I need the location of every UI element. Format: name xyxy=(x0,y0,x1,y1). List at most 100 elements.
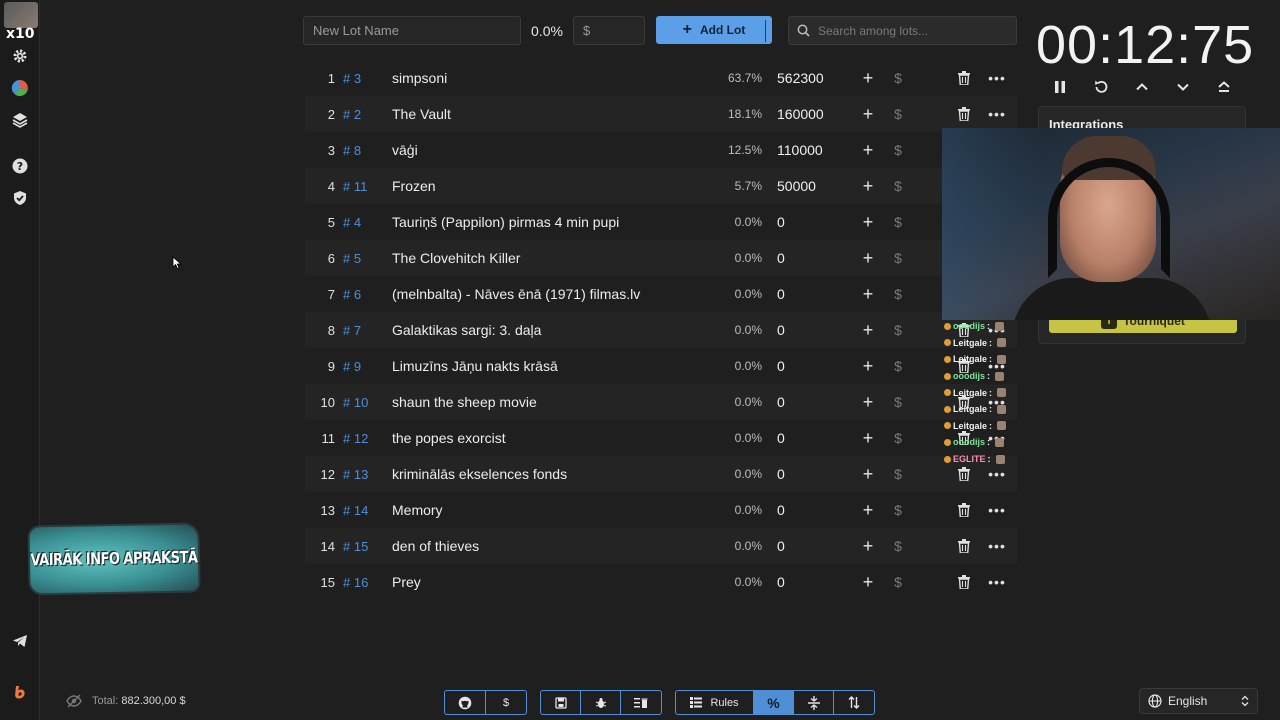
delete-icon[interactable] xyxy=(956,492,972,528)
more-options-icon[interactable]: ••• xyxy=(988,564,1005,600)
lot-name[interactable]: kriminālās ekselences fonds xyxy=(392,456,567,492)
dollar-icon[interactable]: $ xyxy=(891,276,905,312)
lot-id-link[interactable]: # 8 xyxy=(343,132,361,168)
lot-id-link[interactable]: # 2 xyxy=(343,96,361,132)
add-amount-icon[interactable]: + xyxy=(859,564,877,600)
more-options-icon[interactable]: ••• xyxy=(988,96,1005,132)
lot-name-input[interactable]: New Lot Name xyxy=(303,16,521,45)
dollar-icon[interactable]: $ xyxy=(891,132,905,168)
dollar-icon[interactable]: $ xyxy=(891,312,905,348)
lot-id-link[interactable]: # 15 xyxy=(343,528,368,564)
add-amount-icon[interactable]: + xyxy=(859,528,877,564)
add-amount-icon[interactable]: + xyxy=(859,456,877,492)
more-options-icon[interactable]: ••• xyxy=(988,492,1005,528)
eye-off-icon[interactable] xyxy=(66,694,82,708)
dollar-icon[interactable]: $ xyxy=(891,60,905,96)
pause-icon[interactable] xyxy=(1049,76,1071,98)
chevron-up-icon[interactable] xyxy=(1131,76,1153,98)
add-amount-icon[interactable]: + xyxy=(859,240,877,276)
lot-amount[interactable]: 0 xyxy=(777,564,785,600)
dollar-icon[interactable]: $ xyxy=(891,168,905,204)
add-amount-icon[interactable]: + xyxy=(859,60,877,96)
lot-amount[interactable]: 110000 xyxy=(777,132,823,168)
lot-id-link[interactable]: # 7 xyxy=(343,312,361,348)
more-options-icon[interactable]: ••• xyxy=(988,528,1005,564)
lot-id-link[interactable]: # 16 xyxy=(343,564,368,600)
dollar-icon[interactable]: $ xyxy=(891,384,905,420)
add-amount-icon[interactable]: + xyxy=(859,312,877,348)
lot-name[interactable]: Galaktikas sargi: 3. daļa xyxy=(392,312,541,348)
avatar[interactable] xyxy=(4,2,38,28)
add-amount-icon[interactable]: + xyxy=(859,168,877,204)
dollar-icon[interactable]: $ xyxy=(891,564,905,600)
lot-amount[interactable]: 0 xyxy=(777,240,785,276)
dollar-icon[interactable]: $ xyxy=(891,456,905,492)
lot-amount[interactable]: 0 xyxy=(777,276,785,312)
lot-id-link[interactable]: # 4 xyxy=(343,204,361,240)
lot-id-link[interactable]: # 3 xyxy=(343,60,361,96)
bug-report-button[interactable] xyxy=(581,691,621,714)
layers-icon[interactable] xyxy=(10,110,30,130)
lot-amount[interactable]: 0 xyxy=(777,384,785,420)
shield-check-icon[interactable] xyxy=(10,188,30,208)
lot-id-link[interactable]: # 9 xyxy=(343,348,361,384)
lot-name[interactable]: Tauriņš (Pappilon) pirmas 4 min pupi xyxy=(392,204,619,240)
delete-icon[interactable] xyxy=(956,96,972,132)
lot-amount[interactable]: 0 xyxy=(777,348,785,384)
lot-name[interactable]: shaun the sheep movie xyxy=(392,384,537,420)
brand-logo-icon[interactable] xyxy=(10,682,30,702)
add-amount-icon[interactable]: + xyxy=(859,132,877,168)
lot-name[interactable]: Frozen xyxy=(392,168,436,204)
lot-name[interactable]: Memory xyxy=(392,492,443,528)
lot-amount[interactable]: 0 xyxy=(777,312,785,348)
settings-icon[interactable] xyxy=(10,46,30,66)
dollar-icon[interactable]: $ xyxy=(891,528,905,564)
donate-button[interactable]: $ xyxy=(486,691,526,714)
add-lot-button[interactable]: + Add Lot xyxy=(656,16,772,44)
lot-amount[interactable]: 50000 xyxy=(777,168,816,204)
add-amount-icon[interactable]: + xyxy=(859,276,877,312)
compact-view-button[interactable] xyxy=(794,691,834,714)
lot-amount[interactable]: 160000 xyxy=(777,96,824,132)
language-select[interactable]: English xyxy=(1139,688,1258,714)
clear-list-button[interactable] xyxy=(621,691,661,714)
save-button[interactable] xyxy=(541,691,581,714)
add-amount-icon[interactable]: + xyxy=(859,96,877,132)
lot-amount[interactable]: 562300 xyxy=(777,60,824,96)
dollar-icon[interactable]: $ xyxy=(891,348,905,384)
lot-name[interactable]: den of thieves xyxy=(392,528,479,564)
percent-toggle-button[interactable]: % xyxy=(754,691,794,714)
add-amount-icon[interactable]: + xyxy=(859,420,877,456)
dollar-icon[interactable]: $ xyxy=(891,240,905,276)
lot-id-link[interactable]: # 12 xyxy=(343,420,368,456)
lot-name[interactable]: The Vault xyxy=(392,96,451,132)
lot-id-link[interactable]: # 11 xyxy=(343,168,367,204)
lot-amount[interactable]: 0 xyxy=(777,528,785,564)
sort-button[interactable] xyxy=(834,691,874,714)
rules-button[interactable]: Rules xyxy=(676,691,754,714)
lot-id-link[interactable]: # 13 xyxy=(343,456,368,492)
add-amount-icon[interactable]: + xyxy=(859,384,877,420)
more-options-icon[interactable]: ••• xyxy=(988,60,1005,96)
dollar-icon[interactable]: $ xyxy=(891,420,905,456)
lot-id-link[interactable]: # 6 xyxy=(343,276,361,312)
help-icon[interactable]: ? xyxy=(10,156,30,176)
pie-chart-icon[interactable] xyxy=(10,78,30,98)
reset-icon[interactable] xyxy=(1090,76,1112,98)
lot-amount[interactable]: 0 xyxy=(777,492,785,528)
amount-input[interactable]: $ xyxy=(573,16,645,45)
dollar-icon[interactable]: $ xyxy=(891,96,905,132)
lot-name[interactable]: the popes exorcist xyxy=(392,420,506,456)
lot-name[interactable]: Limuzīns Jāņu nakts krāsā xyxy=(392,348,558,384)
delete-icon[interactable] xyxy=(956,60,972,96)
add-amount-icon[interactable]: + xyxy=(859,204,877,240)
lot-id-link[interactable]: # 14 xyxy=(343,492,368,528)
double-chevron-up-icon[interactable] xyxy=(1213,76,1235,98)
lot-name[interactable]: simpsoni xyxy=(392,60,447,96)
chevron-down-icon[interactable] xyxy=(1172,76,1194,98)
dollar-icon[interactable]: $ xyxy=(891,492,905,528)
lot-name[interactable]: Prey xyxy=(392,564,421,600)
delete-icon[interactable] xyxy=(956,564,972,600)
dollar-icon[interactable]: $ xyxy=(891,204,905,240)
telegram-icon[interactable] xyxy=(10,631,30,651)
